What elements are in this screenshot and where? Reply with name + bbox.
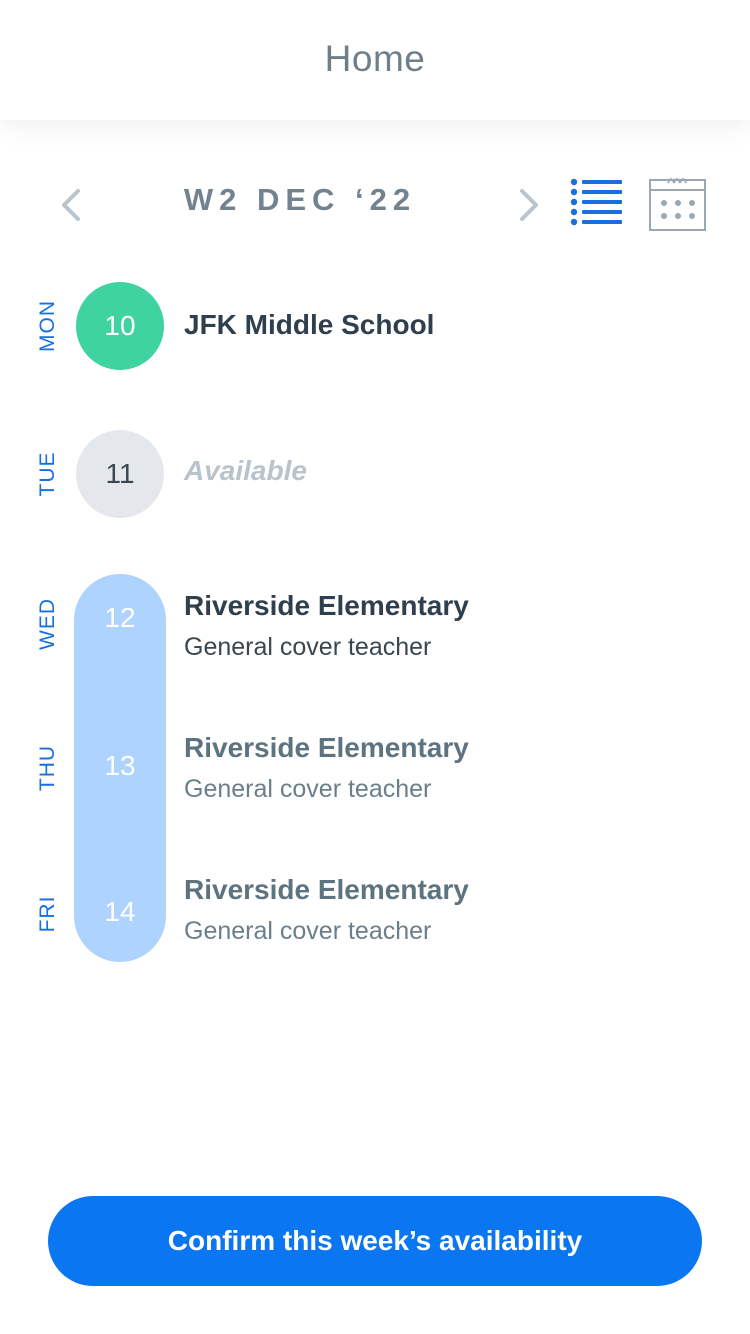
calendar-view-icon [649, 178, 706, 231]
calendar-view-toggle[interactable] [648, 174, 708, 232]
assignment-role: General cover teacher [184, 633, 432, 661]
list-view-icon [570, 178, 622, 226]
date-number: 12 [104, 602, 136, 633]
assignment-school[interactable]: Riverside Elementary [184, 590, 469, 622]
week-label: W2 DEC ‘22 [183, 182, 417, 217]
assignment-school[interactable]: Riverside Elementary [184, 874, 469, 906]
assignment-school[interactable]: JFK Middle School [184, 309, 434, 341]
header-bar: Home [0, 0, 750, 120]
assignment-role: General cover teacher [184, 917, 432, 945]
day-label-mon: MON [36, 300, 59, 352]
day-label-fri: FRI [36, 895, 59, 933]
page-title: Home [324, 38, 426, 79]
next-week-button[interactable] [514, 185, 544, 225]
assignment-role: General cover teacher [184, 775, 432, 803]
day-label-tue: TUE [36, 451, 59, 497]
assignment-school[interactable]: Riverside Elementary [184, 732, 469, 764]
week-navigation: W2 DEC ‘22 [0, 170, 750, 240]
date-circle-booked[interactable]: 10 [76, 282, 164, 370]
list-view-toggle[interactable] [570, 178, 624, 228]
day-label-wed: WED [36, 598, 59, 650]
chevron-right-icon [520, 189, 538, 221]
availability-status: Available [184, 455, 307, 486]
date-circle-available[interactable]: 11 [76, 430, 164, 518]
chevron-left-icon [62, 189, 80, 221]
confirm-availability-button[interactable]: Confirm this week’s availability [48, 1196, 702, 1286]
date-number: 14 [104, 896, 136, 927]
day-label-thu: THU [36, 744, 59, 792]
prev-week-button[interactable] [56, 185, 86, 225]
date-number: 13 [104, 750, 136, 781]
